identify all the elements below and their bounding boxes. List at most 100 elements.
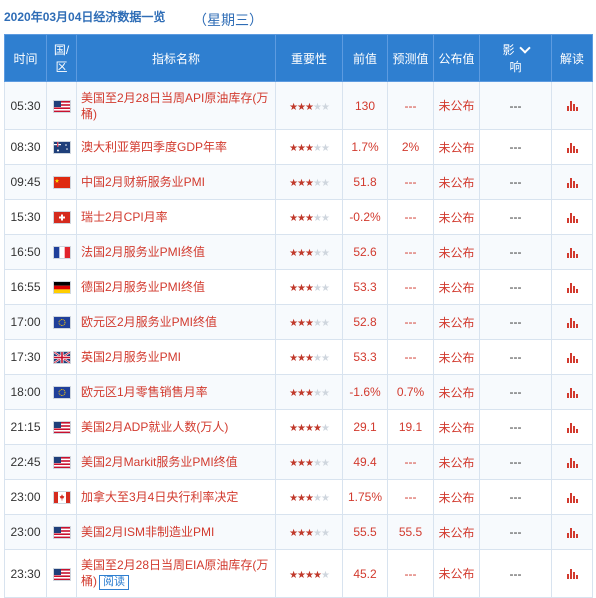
indicator-name[interactable]: 澳大利亚第四季度GDP年率 (81, 140, 227, 154)
star-icon: ★ (312, 388, 322, 399)
bar-chart-icon[interactable] (566, 247, 578, 258)
interpret-cell[interactable] (551, 514, 593, 550)
interpret-cell[interactable] (551, 549, 593, 598)
indicator-name[interactable]: 欧元区2月服务业PMI终值 (81, 315, 217, 329)
row-time: 05:30 (4, 81, 47, 130)
fr-flag-icon (52, 246, 71, 260)
table-row: 23:00 加拿大至3月4日央行利率决定 ★★★★★ 1.75% --- 未公布 --- (4, 479, 593, 515)
interpret-cell[interactable] (551, 234, 593, 270)
indicator-cell[interactable]: 澳大利亚第四季度GDP年率 (76, 129, 276, 165)
indicator-cell[interactable]: 美国至2月28日当周API原油库存(万桶) (76, 81, 276, 130)
indicator-name[interactable]: 加拿大至3月4日央行利率决定 (81, 490, 238, 504)
bar-chart-icon[interactable] (566, 492, 578, 503)
interpret-cell[interactable] (551, 81, 593, 130)
read-button[interactable]: 阅读 (99, 575, 129, 590)
actual-value: 未公布 (433, 444, 480, 480)
indicator-cell[interactable]: 英国2月服务业PMI (76, 339, 276, 375)
star-icon: ★ (320, 283, 330, 294)
interpret-cell[interactable] (551, 199, 593, 235)
indicator-cell[interactable]: 欧元区1月零售销售月率 (76, 374, 276, 410)
indicator-cell[interactable]: 欧元区2月服务业PMI终值 (76, 304, 276, 340)
star-icon: ★ (320, 569, 330, 581)
star-icon: ★ (312, 493, 322, 504)
star-icon: ★ (289, 283, 298, 294)
star-icon: ★ (305, 569, 314, 581)
impact-value: --- (479, 339, 552, 375)
indicator-name[interactable]: 英国2月服务业PMI (81, 350, 181, 364)
interpret-cell[interactable] (551, 444, 593, 480)
indicator-name[interactable]: 美国2月Markit服务业PMI终值 (81, 455, 238, 469)
indicator-name[interactable]: 瑞士2月CPI月率 (81, 210, 168, 224)
forecast-value: --- (387, 304, 434, 340)
bar-chart-icon[interactable] (566, 212, 578, 223)
indicator-cell[interactable]: 美国2月Markit服务业PMI终值 (76, 444, 276, 480)
bar-chart-icon[interactable] (566, 457, 578, 468)
country-flag (46, 81, 77, 130)
previous-value: 1.7% (342, 129, 388, 165)
ca-flag-icon (52, 491, 71, 505)
bar-chart-icon[interactable] (566, 101, 578, 112)
previous-value: 52.6 (342, 234, 388, 270)
table-row: 16:55 德国2月服务业PMI终值 ★★★★★ 53.3 --- 未公布 --- (4, 269, 593, 305)
indicator-name[interactable]: 美国2月ISM非制造业PMI (81, 525, 214, 539)
interpret-cell[interactable] (551, 339, 593, 375)
star-icon: ★ (297, 528, 306, 539)
col-impact[interactable]: 影响 (479, 34, 552, 82)
table-header-row: 时间 国/区 指标名称 重要性 前值 预测值 公布值 影响 解读 (4, 34, 593, 82)
indicator-cell[interactable]: 美国至2月28日当周EIA原油库存(万桶) 阅读 (76, 549, 276, 598)
indicator-cell[interactable]: 瑞士2月CPI月率 (76, 199, 276, 235)
indicator-cell[interactable]: 德国2月服务业PMI终值 (76, 269, 276, 305)
bar-chart-icon[interactable] (566, 352, 578, 363)
row-time: 16:55 (4, 269, 47, 305)
indicator-cell[interactable]: 中国2月财新服务业PMI (76, 164, 276, 200)
bar-chart-icon[interactable] (566, 177, 578, 188)
interpret-cell[interactable] (551, 479, 593, 515)
star-icon: ★ (289, 458, 298, 469)
col-actual: 公布值 (433, 34, 480, 82)
interpret-cell[interactable] (551, 409, 593, 445)
interpret-cell[interactable] (551, 269, 593, 305)
star-icon: ★ (297, 493, 306, 504)
interpret-cell[interactable] (551, 374, 593, 410)
interpret-cell[interactable] (551, 129, 593, 165)
indicator-cell[interactable]: 美国2月ADP就业人数(万人) (76, 409, 276, 445)
bar-chart-icon[interactable] (566, 527, 578, 538)
previous-value: 55.5 (342, 514, 388, 550)
star-icon: ★ (289, 143, 298, 154)
bar-chart-icon[interactable] (566, 317, 578, 328)
bar-chart-icon[interactable] (566, 142, 578, 153)
star-icon: ★ (305, 283, 314, 294)
bar-chart-icon[interactable] (566, 569, 578, 580)
country-flag (46, 234, 77, 270)
country-flag (46, 374, 77, 410)
star-icon: ★ (289, 528, 298, 539)
interpret-cell[interactable] (551, 304, 593, 340)
indicator-name[interactable]: 美国2月ADP就业人数(万人) (81, 420, 228, 434)
bar-chart-icon[interactable] (566, 387, 578, 398)
star-icon: ★ (289, 101, 298, 113)
indicator-name[interactable]: 法国2月服务业PMI终值 (81, 245, 205, 259)
title-bar: 2020年03月04日经济数据一览 （星期三） (0, 0, 596, 34)
us-flag-icon (52, 99, 71, 113)
indicator-cell[interactable]: 美国2月ISM非制造业PMI (76, 514, 276, 550)
eu-flag-icon (52, 386, 71, 400)
page-weekday: （星期三） (193, 12, 263, 28)
indicator-name[interactable]: 美国至2月28日当周API原油库存(万桶) (81, 91, 268, 121)
impact-value: --- (479, 409, 552, 445)
chevron-down-icon[interactable] (518, 42, 531, 54)
indicator-cell[interactable]: 法国2月服务业PMI终值 (76, 234, 276, 270)
indicator-name[interactable]: 欧元区1月零售销售月率 (81, 385, 208, 399)
forecast-value: --- (387, 164, 434, 200)
bar-chart-icon[interactable] (566, 282, 578, 293)
impact-value: --- (479, 81, 552, 130)
table-row: 21:15 美国2月ADP就业人数(万人) ★★★★★ 29.1 19.1 未公布 --- (4, 409, 593, 445)
indicator-name[interactable]: 中国2月财新服务业PMI (81, 175, 205, 189)
bar-chart-icon[interactable] (566, 422, 578, 433)
indicator-name[interactable]: 德国2月服务业PMI终值 (81, 280, 205, 294)
impact-value: --- (479, 514, 552, 550)
indicator-cell[interactable]: 加拿大至3月4日央行利率决定 (76, 479, 276, 515)
interpret-cell[interactable] (551, 164, 593, 200)
col-forecast: 预测值 (387, 34, 434, 82)
table-row: 23:30 美国至2月28日当周EIA原油库存(万桶) 阅读 ★★★★★ 45.2 ---… (4, 549, 593, 598)
actual-value: 未公布 (433, 374, 480, 410)
